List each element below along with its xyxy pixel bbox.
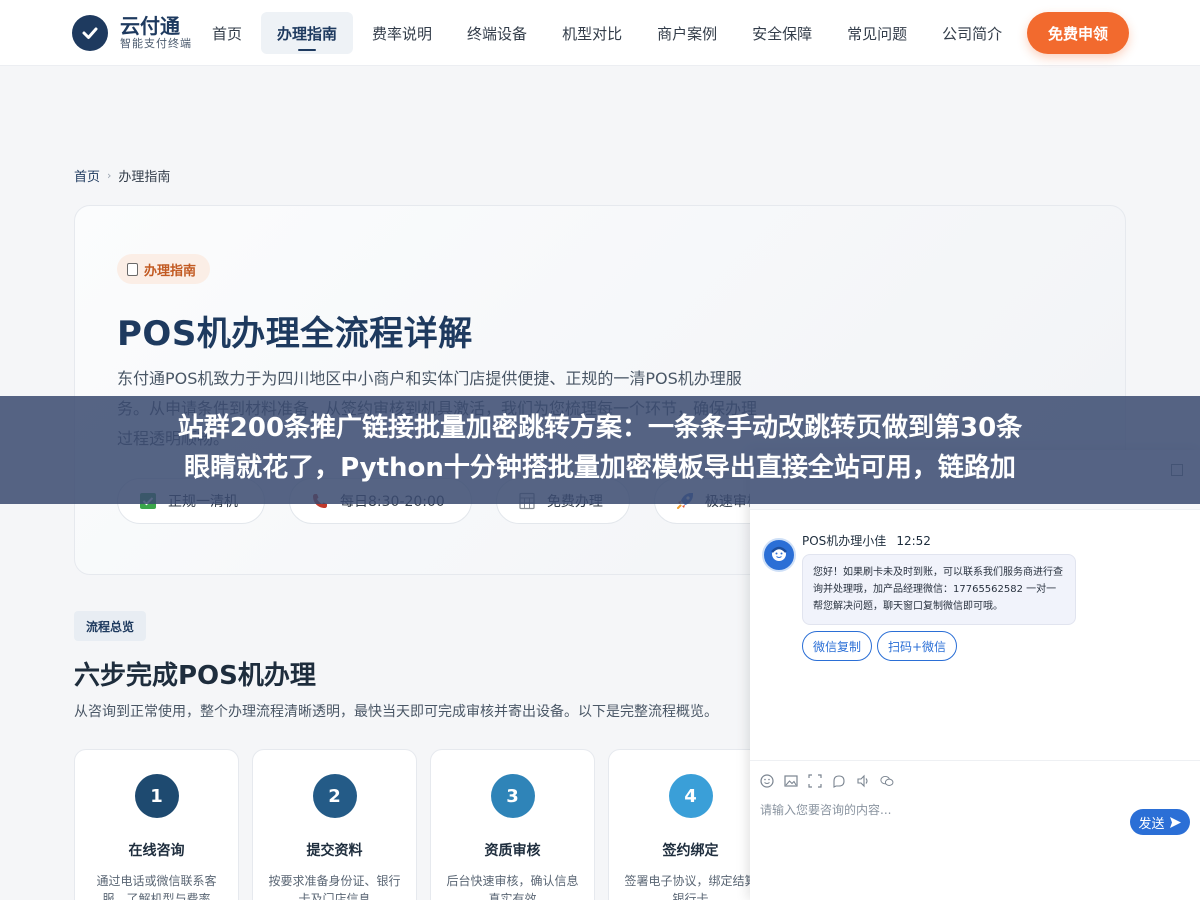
step-title: 在线咨询 — [128, 843, 185, 859]
hero-tag: 办理指南 — [117, 254, 211, 284]
step-description: 通过电话或微信联系客服，了解机型与费率 — [96, 874, 217, 900]
overlay-banner: 站群200条推广链接批量加密跳转方案：一条条手动改跳转页做到第30条 眼睛就花了… — [0, 396, 1200, 504]
message-time: 12:52 — [896, 534, 931, 548]
send-button[interactable]: 发送 — [1130, 809, 1190, 835]
hero-tag-label: 办理指南 — [144, 263, 197, 279]
section-title: 六步完成POS机办理 — [74, 661, 316, 691]
step-number-badge: 1 — [134, 774, 179, 818]
logo-name: 云付通 — [120, 14, 180, 38]
agent-message: 您好！如果刷卡未及时到账，可以联系我们服务商进行查询并处理哦，加产品经理微信：1… — [802, 554, 1076, 625]
like-icon[interactable] — [832, 774, 846, 788]
step-description: 按要求准备身份证、银行卡及门店信息 — [268, 874, 401, 900]
breadcrumb: 首页 › 办理指南 — [74, 166, 170, 185]
chat-messages: POS机办理小佳 12:52 您好！如果刷卡未及时到账，可以联系我们服务商进行查询… — [750, 510, 1200, 760]
step-card: 2 提交资料 按要求准备身份证、银行卡及门店信息 — [252, 749, 417, 900]
step-number-badge: 3 — [490, 774, 535, 818]
agent-name: POS机办理小佳 12:52 — [802, 532, 931, 549]
step-card: 1 在线咨询 通过电话或微信联系客服，了解机型与费率 — [74, 749, 239, 900]
scan-wechat-button[interactable]: 扫码+微信 — [877, 631, 958, 661]
site-header: 云付通 智能支付终端 首页 办理指南 费率说明 终端设备 机型对比 商户案例 安全保障 常见问… — [0, 0, 1200, 66]
banner-line-1: 站群200条推广链接批量加密跳转方案：一条条手动改跳转页做到第30条 — [177, 413, 1023, 443]
nav-item[interactable]: 公司简介 — [926, 12, 1018, 54]
nav-item[interactable]: 商户案例 — [641, 12, 733, 54]
send-arrow-icon — [1169, 816, 1181, 828]
nav-item[interactable]: 终端设备 — [451, 12, 543, 54]
step-number-badge: 2 — [312, 774, 357, 818]
send-button-label: 发送 — [1138, 816, 1165, 832]
nav-item[interactable]: 安全保障 — [736, 12, 828, 54]
chat-toolbar — [750, 760, 1200, 800]
clipboard-icon — [127, 262, 138, 276]
emoji-icon[interactable] — [760, 773, 774, 788]
agent-avatar — [762, 538, 796, 572]
section-description: 从咨询到正常使用，整个办理流程清晰透明，最快当天即可完成审核并寄出设备。以下是完… — [74, 704, 718, 720]
step-card: 3 资质审核 后台快速审核，确认信息真实有效 — [430, 749, 595, 900]
breadcrumb-current: 办理指南 — [118, 170, 171, 185]
step-title: 资质审核 — [484, 843, 541, 859]
free-apply-button[interactable]: 免费申领 — [1027, 12, 1129, 54]
page-title: POS机办理全流程详解 — [117, 314, 473, 354]
logo[interactable]: 云付通 智能支付终端 — [72, 15, 192, 51]
copy-wechat-button[interactable]: 微信复制 — [802, 631, 873, 661]
section-tag: 流程总览 — [74, 611, 147, 641]
breadcrumb-home[interactable]: 首页 — [74, 166, 100, 185]
screenshot-icon[interactable] — [808, 773, 822, 788]
step-title: 提交资料 — [306, 843, 363, 859]
nav-item[interactable]: 办理指南 — [261, 12, 354, 54]
main-nav: 首页 办理指南 费率说明 终端设备 机型对比 商户案例 安全保障 常见问题 公司简介 — [196, 12, 1021, 54]
step-card: 4 签约绑定 签署电子协议，绑定结算银行卡 — [608, 749, 773, 900]
breadcrumb-separator: › — [107, 169, 112, 182]
banner-line-2: 眼睛就花了，Python十分钟搭批量加密模板导出直接全站可用，链路加 — [184, 453, 1016, 483]
chat-message-input[interactable] — [760, 800, 1120, 820]
image-icon[interactable] — [784, 774, 798, 788]
agent-name-text: POS机办理小佳 — [802, 534, 887, 548]
wechat-icon[interactable] — [880, 774, 894, 788]
step-number-badge: 4 — [668, 774, 713, 818]
nav-item[interactable]: 费率说明 — [356, 12, 448, 54]
nav-item[interactable]: 常见问题 — [831, 12, 923, 54]
logo-tagline: 智能支付终端 — [120, 37, 192, 50]
process-steps: 1 在线咨询 通过电话或微信联系客服，了解机型与费率 2 提交资料 按要求准备身… — [74, 749, 786, 900]
step-description: 后台快速审核，确认信息真实有效 — [446, 874, 579, 900]
nav-item[interactable]: 机型对比 — [546, 12, 638, 54]
step-description: 签署电子协议，绑定结算银行卡 — [624, 874, 757, 900]
step-title: 签约绑定 — [662, 843, 719, 859]
nav-item[interactable]: 首页 — [196, 12, 258, 54]
voice-icon[interactable] — [856, 774, 870, 788]
check-icon — [72, 15, 108, 51]
chat-widget: POS机办理小佳 12:52 您好！如果刷卡未及时到账，可以联系我们服务商进行查询… — [750, 450, 1200, 900]
